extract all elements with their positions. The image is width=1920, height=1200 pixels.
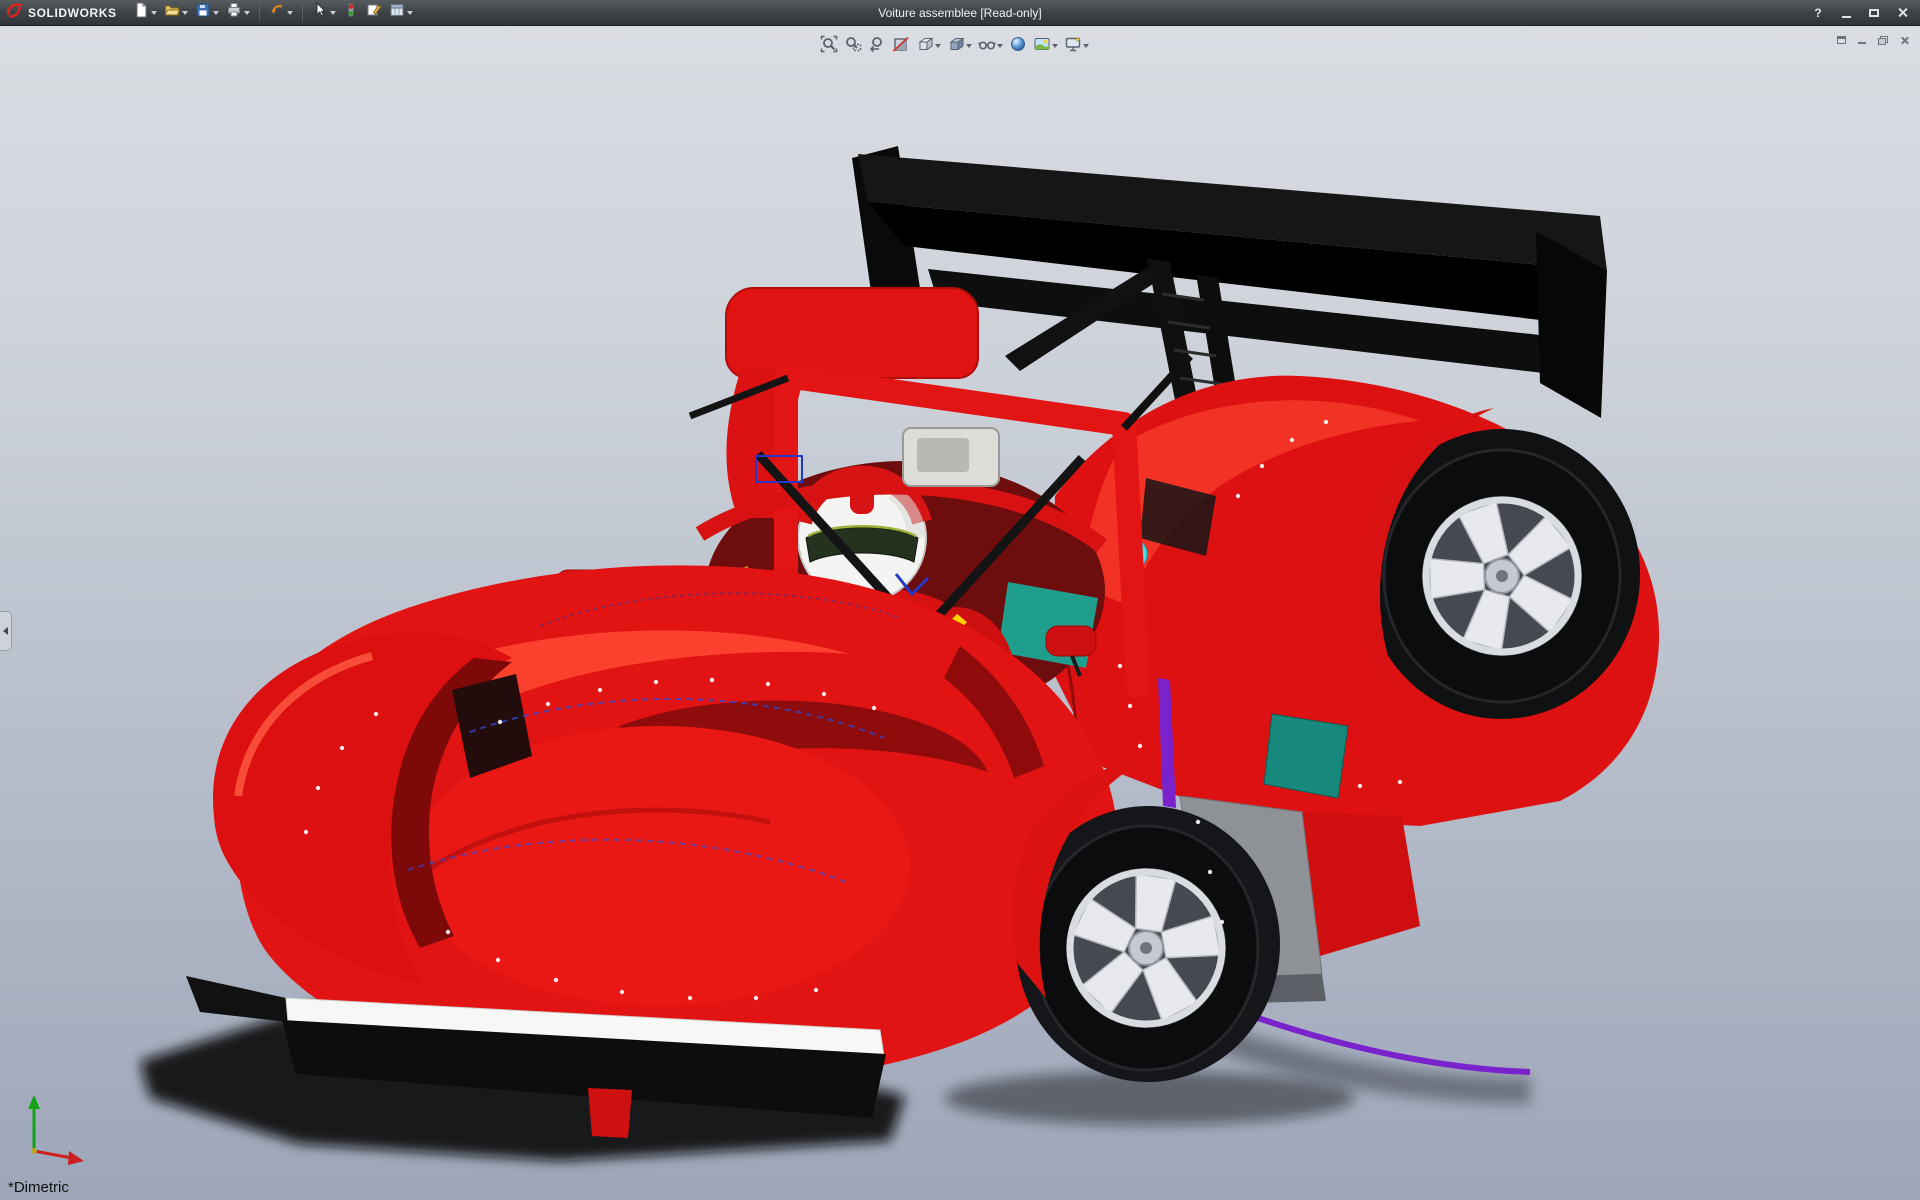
toolbar-separator: [259, 5, 260, 21]
display-style-caret[interactable]: [966, 44, 972, 48]
doc-restore-button[interactable]: [1875, 33, 1891, 47]
zoom-to-fit-icon: [820, 35, 838, 58]
hide-show-caret[interactable]: [997, 44, 1003, 48]
select-button[interactable]: [310, 2, 338, 24]
hide-show-items-button[interactable]: [976, 34, 1005, 58]
zoom-to-area-button[interactable]: [842, 34, 864, 58]
maximize-icon: [1869, 9, 1879, 17]
rear-right-wheel[interactable]: [1384, 450, 1620, 702]
view-settings-button[interactable]: [1062, 34, 1091, 58]
color-swatch-icon: [343, 2, 359, 23]
close-icon: [1897, 7, 1908, 18]
display-style-icon: [947, 35, 965, 58]
select-cursor-icon: [312, 2, 328, 23]
undo-button[interactable]: [267, 2, 295, 24]
right-mirror[interactable]: [1046, 626, 1096, 656]
open-folder-icon: [164, 2, 180, 23]
eyeglasses-icon: [978, 35, 996, 58]
view-orientation-label: *Dimetric: [8, 1179, 69, 1196]
apply-scene-icon: [1033, 35, 1051, 58]
view-orientation-caret[interactable]: [935, 44, 941, 48]
open-dropdown-caret[interactable]: [182, 11, 188, 15]
undo-dropdown-caret[interactable]: [287, 11, 293, 15]
print-icon: [226, 2, 242, 23]
close-button[interactable]: [1890, 4, 1914, 22]
edit-sheet-icon: [366, 2, 382, 23]
edit-appearance-button[interactable]: [1007, 34, 1029, 58]
view-settings-caret[interactable]: [1083, 44, 1089, 48]
model-canvas[interactable]: [0, 26, 1920, 1200]
doc-minimize-icon: [1858, 42, 1866, 44]
previous-view-icon: [868, 35, 886, 58]
featuremanager-flyout-handle[interactable]: [0, 611, 12, 651]
save-button[interactable]: [193, 2, 221, 24]
title-bar: SOLIDWORKS: [0, 0, 1920, 26]
document-window-controls: [1833, 33, 1912, 47]
window-menu-button[interactable]: [1833, 33, 1849, 47]
undo-arrow-icon: [269, 2, 285, 23]
print-dropdown-caret[interactable]: [244, 11, 250, 15]
front-bodywork[interactable]: [186, 565, 1118, 1138]
color-swatch-button[interactable]: [341, 2, 361, 24]
appearance-ball-icon: [1009, 35, 1027, 58]
heads-up-view-toolbar: [818, 34, 1091, 58]
help-button[interactable]: ?: [1806, 4, 1830, 22]
collapse-arrow-icon: [3, 627, 8, 635]
section-view-icon: [892, 35, 910, 58]
minimize-icon: [1842, 16, 1851, 18]
minimize-button[interactable]: [1834, 4, 1858, 22]
doc-close-button[interactable]: [1896, 33, 1912, 47]
doc-minimize-button[interactable]: [1854, 33, 1870, 47]
solidworks-window: SOLIDWORKS: [0, 0, 1920, 1200]
apply-scene-caret[interactable]: [1052, 44, 1058, 48]
edit-sheet-button[interactable]: [364, 2, 384, 24]
display-style-button[interactable]: [945, 34, 974, 58]
section-view-button[interactable]: [890, 34, 912, 58]
new-dropdown-caret[interactable]: [151, 11, 157, 15]
view-settings-icon: [1064, 35, 1082, 58]
main-toolbar: [131, 2, 415, 24]
save-floppy-icon: [195, 2, 211, 23]
window-controls: ?: [1806, 4, 1914, 22]
select-dropdown-caret[interactable]: [330, 11, 336, 15]
previous-view-button[interactable]: [866, 34, 888, 58]
doc-restore-icon: [1878, 36, 1888, 45]
apply-scene-button[interactable]: [1031, 34, 1060, 58]
toolbar-separator: [302, 5, 303, 21]
orientation-triad: [20, 1091, 90, 1174]
window-menu-icon: [1837, 36, 1846, 44]
options-dropdown-caret[interactable]: [407, 11, 413, 15]
solidworks-mark-icon: [6, 2, 23, 24]
solidworks-logo: SOLIDWORKS: [6, 2, 117, 24]
options-grid-icon: [389, 2, 405, 23]
view-orientation-cube-icon: [916, 35, 934, 58]
brand-text: SOLIDWORKS: [28, 6, 117, 20]
zoom-to-fit-button[interactable]: [818, 34, 840, 58]
save-dropdown-caret[interactable]: [213, 11, 219, 15]
graphics-area[interactable]: *Dimetric: [0, 26, 1920, 1200]
options-button[interactable]: [387, 2, 415, 24]
new-document-button[interactable]: [131, 2, 159, 24]
front-right-wheel[interactable]: [1034, 826, 1258, 1070]
print-button[interactable]: [224, 2, 252, 24]
doc-close-icon: [1900, 36, 1909, 45]
view-orientation-button[interactable]: [914, 34, 943, 58]
open-button[interactable]: [162, 2, 190, 24]
maximize-button[interactable]: [1862, 4, 1886, 22]
triad-x-axis: [34, 1151, 72, 1158]
zoom-to-area-icon: [844, 35, 862, 58]
new-document-icon: [133, 2, 149, 23]
